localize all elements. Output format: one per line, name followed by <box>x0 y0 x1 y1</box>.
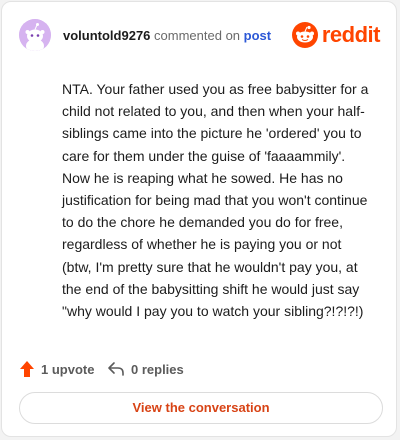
upvote-button[interactable]: 1 upvote <box>19 359 94 379</box>
snoo-avatar-icon[interactable] <box>19 19 51 51</box>
reddit-wordmark: reddit <box>321 22 381 47</box>
reddit-brand[interactable]: reddit <box>291 21 381 49</box>
comment-meta: voluntold9276 commented on post <box>63 28 271 43</box>
reply-button[interactable]: 0 replies <box>107 359 184 379</box>
comment-body: NTA. Your father used you as free babysi… <box>62 81 369 320</box>
reply-arrow-icon <box>108 362 124 376</box>
comment-card: voluntold9276 commented on post reddit N… <box>1 1 397 437</box>
upvote-arrow-icon <box>20 361 34 377</box>
username-link[interactable]: voluntold9276 <box>63 28 150 43</box>
action-text: commented on <box>154 28 241 43</box>
reply-count: 0 replies <box>131 361 184 377</box>
view-conversation-button[interactable]: View the conversation <box>19 392 383 424</box>
comment-actions: 1 upvote 0 replies <box>19 359 379 379</box>
post-link[interactable]: post <box>244 28 271 43</box>
upvote-count: 1 upvote <box>41 361 95 377</box>
reddit-logo-icon <box>291 22 318 48</box>
comment-header: voluntold9276 commented on post reddit <box>19 19 381 51</box>
